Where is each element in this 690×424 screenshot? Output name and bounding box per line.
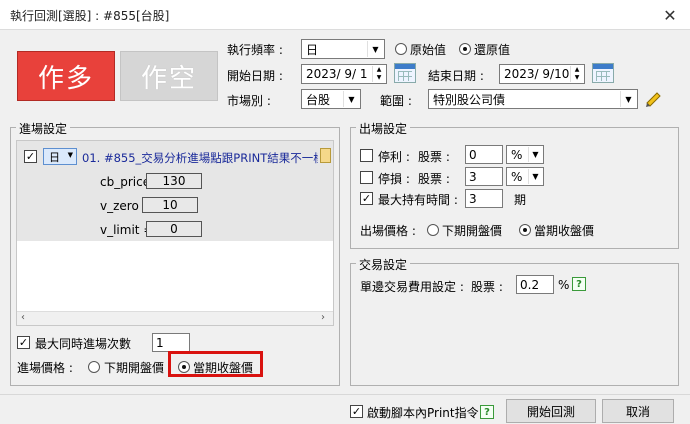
chevron-down-icon: ▼ — [343, 91, 359, 107]
range-select[interactable]: 特別股公司債 ▼ — [428, 89, 638, 109]
window-title: 執行回測[選股] : #855[台股] — [10, 9, 170, 23]
param-value[interactable]: 130 — [146, 173, 202, 189]
script-icon[interactable] — [320, 148, 331, 163]
range-value: 特別股公司債 — [433, 92, 506, 107]
spin-arrows-icon[interactable]: ▲ ▼ — [570, 66, 583, 82]
param-value[interactable]: 0 — [146, 221, 202, 237]
entry-next-open-label: 下期開盤價 — [104, 361, 165, 375]
title-bar: 執行回測[選股] : #855[台股] ✕ — [0, 0, 690, 30]
spin-arrows-icon[interactable]: ▲ ▼ — [372, 66, 385, 82]
horizontal-scrollbar[interactable] — [17, 311, 333, 325]
take-profit-unit: % — [511, 147, 523, 162]
take-profit-stock-label: 股票 : — [418, 150, 450, 164]
start-calendar-icon[interactable] — [394, 63, 416, 83]
exit-next-open-radio[interactable] — [427, 224, 439, 236]
stop-loss-checkbox[interactable] — [360, 171, 373, 184]
max-hold-checkbox[interactable]: ✓ — [360, 192, 373, 205]
chevron-down-icon: ▼ — [528, 169, 542, 184]
original-value-radio[interactable] — [395, 43, 407, 55]
entry-current-close-radio[interactable] — [178, 361, 190, 373]
entry-price-label: 進場價格 : — [17, 361, 73, 375]
market-select[interactable]: 台股 ▼ — [301, 89, 361, 109]
end-date-label: 結束日期 : — [428, 69, 484, 83]
entry-next-open-radio[interactable] — [88, 361, 100, 373]
fee-stock-label: 股票 : — [471, 280, 503, 294]
pencil-icon[interactable] — [643, 88, 663, 108]
start-date-input[interactable]: 2023/ 9/ 1 ▲ ▼ — [301, 64, 387, 84]
entry-current-close-label: 當期收盤價 — [193, 361, 254, 375]
max-hold-unit: 期 — [514, 193, 527, 207]
exit-current-close-label: 當期收盤價 — [534, 224, 595, 238]
print-command-checkbox[interactable]: ✓ — [350, 405, 363, 418]
stop-loss-input[interactable]: 3 — [465, 167, 503, 186]
fee-input[interactable]: 0.2 — [516, 275, 554, 294]
stop-loss-unit: % — [511, 169, 523, 184]
frequency-label: 執行頻率 : — [227, 43, 283, 57]
frequency-select[interactable]: 日 ▼ — [301, 39, 385, 59]
start-date-label: 開始日期 : — [227, 69, 283, 83]
max-entries-label: 最大同時進場次數 — [35, 337, 132, 351]
exit-settings-title: 出場設定 — [356, 120, 411, 137]
take-profit-checkbox[interactable] — [360, 149, 373, 162]
chevron-down-icon: ▼ — [620, 91, 636, 107]
help-icon[interactable]: ? — [480, 405, 494, 419]
adjusted-value-radio[interactable] — [459, 43, 471, 55]
max-entries-input[interactable]: 1 — [152, 333, 190, 352]
stop-loss-unit-select[interactable]: % ▼ — [506, 167, 544, 186]
exit-price-label: 出場價格 : — [360, 224, 416, 238]
end-calendar-icon[interactable] — [592, 63, 614, 83]
original-value-label: 原始值 — [410, 43, 447, 57]
scroll-left-icon[interactable]: ‹ — [21, 312, 25, 323]
strategy-checkbox[interactable]: ✓ — [24, 150, 37, 163]
stop-loss-stock-label: 股票 : — [418, 172, 450, 186]
scroll-right-icon[interactable]: › — [321, 312, 325, 323]
trade-settings-title: 交易設定 — [356, 256, 411, 273]
fee-label: 單邊交易費用設定 : — [360, 280, 464, 294]
max-hold-label: 最大持有時間 : — [378, 193, 458, 207]
chevron-down-icon: ▼ — [67, 151, 73, 159]
strategy-freq-tag[interactable]: 日 ▼ — [43, 148, 77, 165]
max-entries-checkbox[interactable]: ✓ — [17, 336, 30, 349]
strategy-name: 01. #855_交易分析進場點跟PRINT結果不一樣 — [82, 151, 318, 165]
short-button[interactable]: 作空 — [120, 51, 218, 101]
range-label: 範圍 : — [380, 94, 412, 108]
print-command-label: 啟動腳本內Print指令 — [367, 406, 479, 420]
take-profit-input[interactable]: 0 — [465, 145, 503, 164]
frequency-value: 日 — [306, 42, 319, 57]
footer-divider — [0, 394, 690, 395]
exit-next-open-label: 下期開盤價 — [442, 224, 503, 238]
chevron-down-icon: ▼ — [528, 147, 542, 162]
cancel-button[interactable]: 取消 — [602, 399, 674, 423]
close-icon: ✕ — [663, 5, 677, 25]
fee-unit: % — [558, 278, 570, 292]
end-date-input[interactable]: 2023/ 9/10 ▲ ▼ — [499, 64, 585, 84]
stop-loss-label: 停損 : — [378, 172, 410, 186]
chevron-down-icon: ▼ — [367, 41, 383, 57]
strategy-freq-value: 日 — [49, 150, 60, 164]
exit-current-close-radio[interactable] — [519, 224, 531, 236]
adjusted-value-label: 還原值 — [474, 43, 511, 57]
long-button[interactable]: 作多 — [17, 51, 115, 101]
max-hold-input[interactable]: 3 — [465, 189, 503, 208]
start-backtest-button[interactable]: 開始回測 — [506, 399, 596, 423]
help-icon[interactable]: ? — [572, 277, 586, 291]
start-date-value: 2023/ 9/ 1 — [306, 67, 368, 81]
market-value: 台股 — [306, 92, 331, 107]
close-button[interactable]: ✕ — [650, 0, 690, 30]
end-date-value: 2023/ 9/10 — [504, 67, 570, 81]
take-profit-label: 停利 : — [378, 150, 410, 164]
entry-settings-title: 進場設定 — [16, 120, 71, 137]
market-label: 市場別 : — [227, 94, 271, 108]
param-value[interactable]: 10 — [142, 197, 198, 213]
take-profit-unit-select[interactable]: % ▼ — [506, 145, 544, 164]
